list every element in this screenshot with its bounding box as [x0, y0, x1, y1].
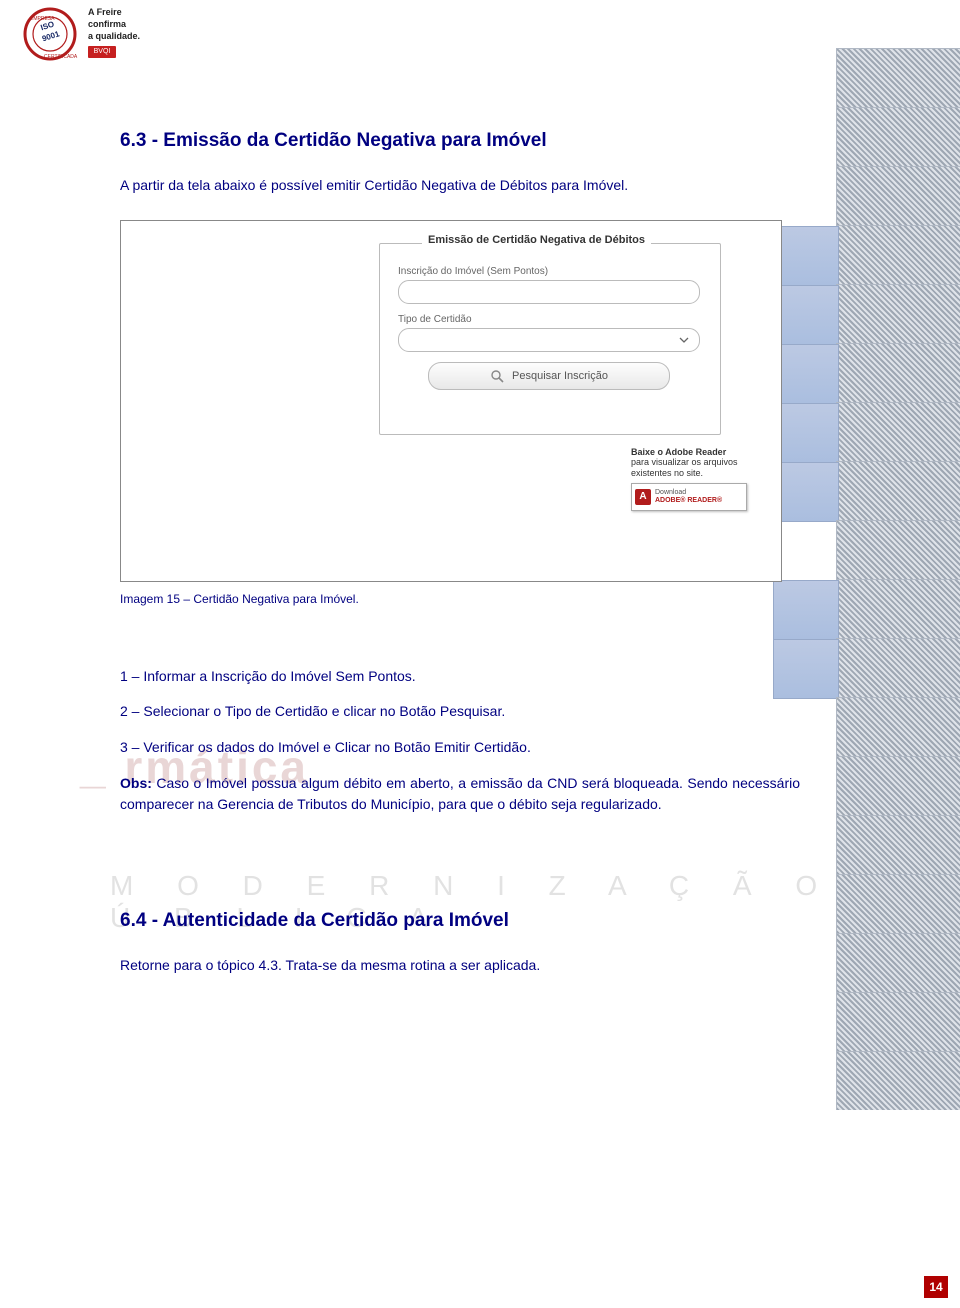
image-caption: Imagem 15 – Certidão Negativa para Imóve… [120, 592, 800, 606]
label-tipo-certidao: Tipo de Certidão [398, 314, 700, 325]
adobe-line1: Baixe o Adobe Reader [631, 447, 726, 457]
bvqi-badge: BVQI [88, 46, 116, 58]
adobe-line3: existentes no site. [631, 468, 747, 479]
header-tagline: A Freire confirma a qualidade. BVQI [88, 6, 140, 58]
header-logo: ISO 9001 EMPRESA CERTIFICADA A Freire co… [22, 6, 140, 62]
step-2: 2 – Selecionar o Tipo de Certidão e clic… [120, 701, 800, 723]
pesquisar-button-label: Pesquisar Inscrição [512, 370, 608, 382]
search-icon [490, 369, 504, 383]
section-6-4-text: Retorne para o tópico 4.3. Trata-se da m… [120, 956, 800, 976]
embedded-screenshot: Emissão de Certidão Negativa de Débitos … [120, 220, 782, 582]
side-pattern [836, 48, 960, 1088]
obs-label: Obs: [120, 775, 152, 791]
step-1: 1 – Informar a Inscrição do Imóvel Sem P… [120, 666, 800, 688]
footer-divider [120, 1269, 840, 1270]
page-content: 6.3 - Emissão da Certidão Negativa para … [120, 130, 800, 1000]
section-6-3-title: 6.3 - Emissão da Certidão Negativa para … [120, 130, 800, 152]
page-number: 14 [924, 1276, 948, 1298]
label-inscricao: Inscrição do Imóvel (Sem Pontos) [398, 266, 700, 277]
tagline-line2: confirma [88, 18, 140, 30]
input-inscricao[interactable] [398, 280, 700, 304]
adobe-line2: para visualizar os arquivos [631, 457, 747, 468]
obs-paragraph: Obs: Caso o Imóvel possua algum débito e… [120, 773, 800, 816]
instructions-block: 1 – Informar a Inscrição do Imóvel Sem P… [120, 666, 800, 816]
select-tipo-certidao[interactable] [398, 328, 700, 352]
adobe-dl-label: Download [655, 489, 722, 497]
step-3: 3 – Verificar os dados do Imóvel e Clica… [120, 737, 800, 759]
adobe-reader-label: ADOBE® READER® [655, 497, 722, 505]
chevron-down-icon [677, 333, 691, 347]
adobe-download-button[interactable]: A Download ADOBE® READER® [631, 483, 747, 511]
obs-text: Caso o Imóvel possua algum débito em abe… [120, 775, 800, 813]
iso9001-stamp-icon: ISO 9001 EMPRESA CERTIFICADA [22, 6, 78, 62]
fieldset-legend: Emissão de Certidão Negativa de Débitos [422, 234, 651, 246]
tagline-line1: A Freire [88, 6, 140, 18]
adobe-reader-notice: Baixe o Adobe Reader para visualizar os … [631, 447, 747, 511]
section-6-4-title: 6.4 - Autenticidade da Certidão para Imó… [120, 910, 800, 932]
pdf-icon: A [635, 489, 651, 505]
section-6-3-intro: A partir da tela abaixo é possível emiti… [120, 176, 800, 196]
svg-text:EMPRESA: EMPRESA [30, 16, 55, 22]
form-fieldset: Emissão de Certidão Negativa de Débitos … [379, 243, 721, 435]
pesquisar-button[interactable]: Pesquisar Inscrição [428, 362, 670, 390]
tagline-line3: a qualidade. [88, 30, 140, 42]
svg-text:CERTIFICADA: CERTIFICADA [44, 54, 78, 60]
